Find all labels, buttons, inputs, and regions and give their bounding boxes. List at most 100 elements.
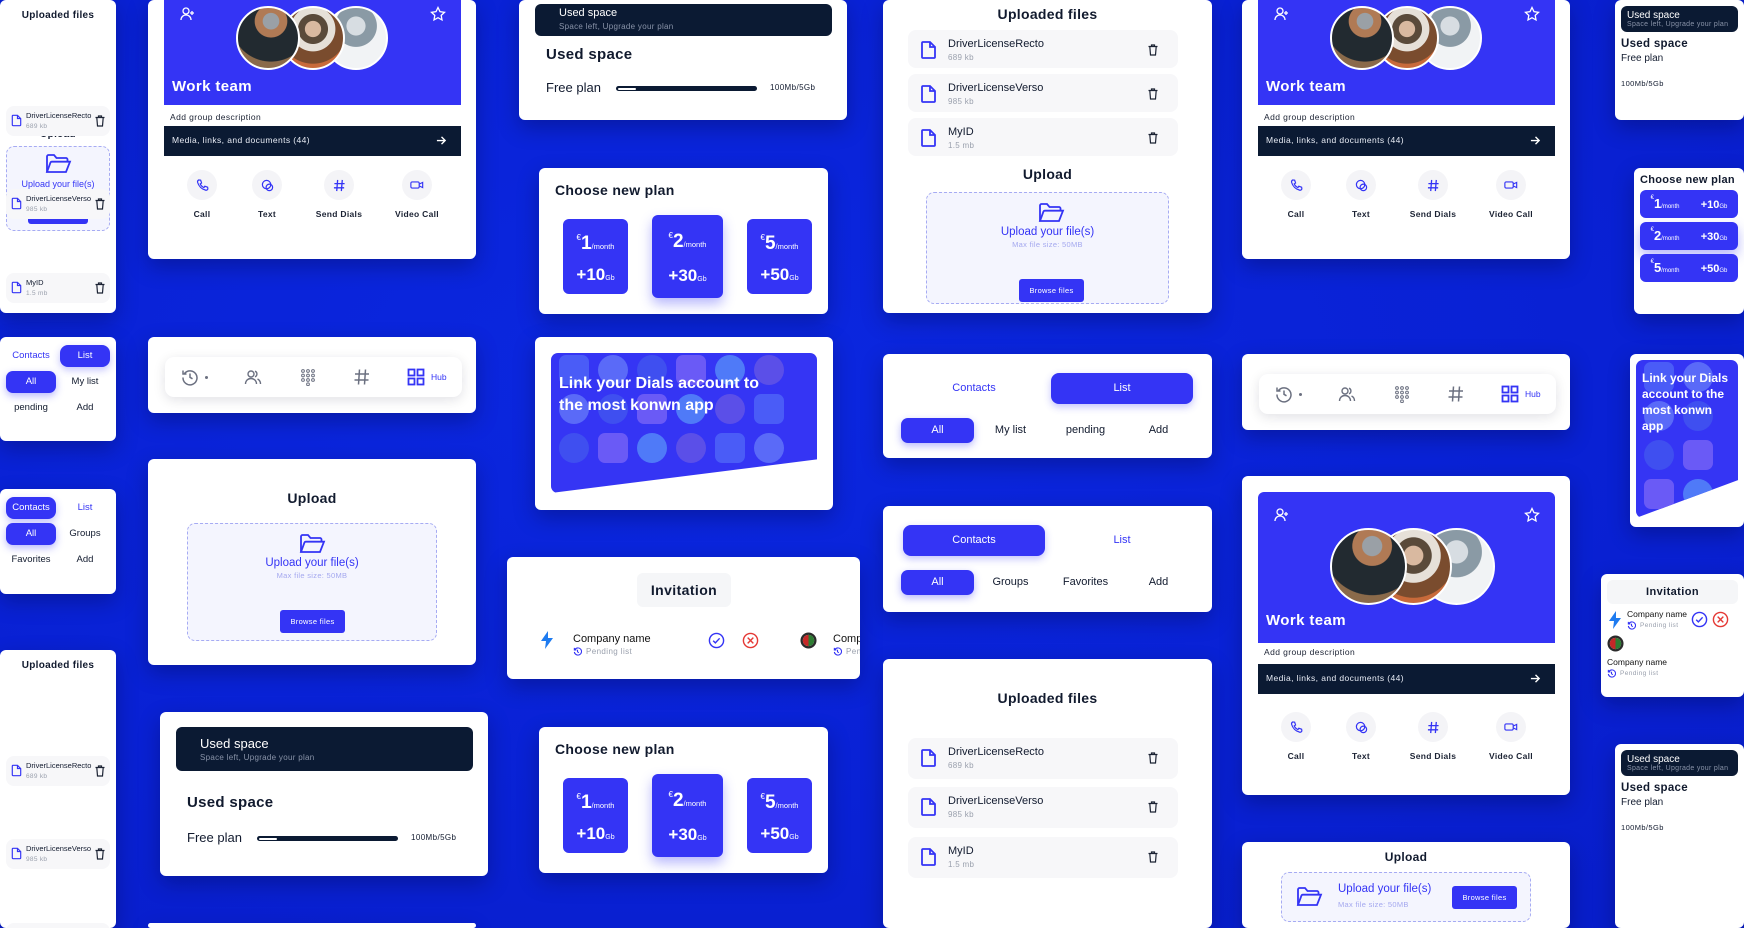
trash-icon[interactable] xyxy=(95,765,105,777)
accept-check-icon[interactable] xyxy=(1691,611,1708,628)
file-row[interactable]: MyID 1.5 mb xyxy=(6,273,110,303)
plan-option[interactable]: €1/month +10Gb xyxy=(563,219,628,294)
add-user-icon[interactable] xyxy=(1274,507,1290,523)
file-row[interactable]: MyID 1.5 mb xyxy=(6,923,110,928)
video-call-action[interactable]: Video Call xyxy=(1471,712,1551,761)
file-row[interactable]: DriverLicenseRecto 689 kb xyxy=(6,756,110,786)
trash-icon[interactable] xyxy=(95,198,105,210)
text-action[interactable]: Text xyxy=(227,170,307,219)
filter-pill[interactable]: Favorites xyxy=(1049,570,1122,595)
browse-files-button[interactable]: Browse files xyxy=(1019,279,1084,302)
trash-icon[interactable] xyxy=(1148,851,1158,863)
trash-icon[interactable] xyxy=(1148,132,1158,144)
filter-pill[interactable]: Groups xyxy=(974,570,1047,595)
nav-dialpad[interactable] xyxy=(299,368,317,386)
filter-pill[interactable]: pending xyxy=(6,397,56,419)
filter-pill[interactable]: All xyxy=(901,570,974,595)
trash-icon[interactable] xyxy=(95,282,105,294)
file-row[interactable]: MyID 1.5 mb xyxy=(908,118,1178,156)
video-call-action[interactable]: Video Call xyxy=(1471,170,1551,219)
nav-hub[interactable]: Hub xyxy=(1501,385,1541,403)
nav-contacts[interactable] xyxy=(1338,385,1356,403)
group-description[interactable]: Add group description xyxy=(170,112,261,122)
media-links-button[interactable]: Media, links, and documents (44) xyxy=(1258,126,1555,156)
filter-pill[interactable]: My list xyxy=(974,418,1047,443)
filter-pill[interactable]: Favorites xyxy=(6,549,56,571)
tab-list[interactable]: List xyxy=(1051,373,1193,404)
plan-option[interactable]: €5/month +50Gb xyxy=(747,778,812,853)
file-row[interactable]: DriverLicenseRecto 689 kb xyxy=(908,30,1178,68)
trash-icon[interactable] xyxy=(1148,801,1158,813)
group-description[interactable]: Add group description xyxy=(1264,112,1355,122)
upgrade-banner[interactable]: Used space Space left, Upgrade your plan xyxy=(1621,750,1738,776)
tab-contacts[interactable]: Contacts xyxy=(6,345,56,367)
filter-pill[interactable]: My list xyxy=(60,371,110,393)
browse-files-button[interactable]: Browse files xyxy=(1452,886,1517,909)
tab-contacts[interactable]: Contacts xyxy=(903,373,1045,404)
file-row[interactable]: MyID 1.5 mb xyxy=(908,837,1178,878)
nav-history[interactable] xyxy=(181,368,208,386)
filter-pill[interactable]: Add xyxy=(1122,570,1195,595)
add-user-icon[interactable] xyxy=(180,6,196,22)
nav-dialpad[interactable] xyxy=(1393,385,1411,403)
group-description[interactable]: Add group description xyxy=(1264,647,1355,657)
plan-option[interactable]: €2/month +30Gb xyxy=(1640,222,1738,250)
tab-list[interactable]: List xyxy=(60,497,110,519)
star-icon[interactable] xyxy=(1524,507,1540,523)
upgrade-banner[interactable]: Used space Space left, Upgrade your plan xyxy=(176,727,473,771)
file-dropzone[interactable]: Upload your file(s) Max file size: 50MB … xyxy=(1281,872,1531,922)
filter-pill[interactable]: Groups xyxy=(60,523,110,545)
filter-pill[interactable]: Add xyxy=(60,397,110,419)
upgrade-banner[interactable]: Used space Space left, Upgrade your plan xyxy=(1621,6,1738,32)
file-dropzone[interactable]: Upload your file(s) Max file size: 50MB … xyxy=(926,192,1169,304)
tab-contacts[interactable]: Contacts xyxy=(903,525,1045,556)
plan-option[interactable]: €1/month +10Gb xyxy=(563,778,628,853)
text-action[interactable]: Text xyxy=(1321,170,1401,219)
file-row[interactable]: DriverLicenseRecto 689 kb xyxy=(6,106,110,136)
trash-icon[interactable] xyxy=(95,115,105,127)
media-links-button[interactable]: Media, links, and documents (44) xyxy=(1258,664,1555,694)
accept-check-icon[interactable] xyxy=(708,632,725,649)
text-action[interactable]: Text xyxy=(1321,712,1401,761)
send-dials-action[interactable]: Send Dials xyxy=(1393,712,1473,761)
star-icon[interactable] xyxy=(1524,6,1540,22)
send-dials-action[interactable]: Send Dials xyxy=(299,170,379,219)
tab-list[interactable]: List xyxy=(1051,525,1193,556)
send-dials-action[interactable]: Send Dials xyxy=(1393,170,1473,219)
plan-option[interactable]: €2/month +30Gb xyxy=(652,215,723,298)
trash-icon[interactable] xyxy=(95,848,105,860)
file-row[interactable]: DriverLicenseVerso 985 kb xyxy=(908,787,1178,828)
plan-option[interactable]: €5/month +50Gb xyxy=(747,219,812,294)
filter-pill[interactable]: All xyxy=(6,371,56,393)
star-icon[interactable] xyxy=(430,6,446,22)
plan-option[interactable]: €5/month +50Gb xyxy=(1640,254,1738,282)
link-apps-banner[interactable]: Link your Dials account to the most konw… xyxy=(1636,360,1738,518)
trash-icon[interactable] xyxy=(1148,44,1158,56)
file-row[interactable]: DriverLicenseVerso 985 kb xyxy=(6,839,110,869)
decline-x-icon[interactable] xyxy=(1712,611,1729,628)
filter-pill[interactable]: Add xyxy=(1122,418,1195,443)
nav-dials[interactable] xyxy=(1447,385,1465,403)
plan-option[interactable]: €2/month +30Gb xyxy=(652,774,723,857)
trash-icon[interactable] xyxy=(1148,752,1158,764)
upgrade-banner[interactable]: Used space Space left, Upgrade your plan xyxy=(535,4,832,36)
filter-pill[interactable]: All xyxy=(6,523,56,545)
trash-icon[interactable] xyxy=(1148,88,1158,100)
tab-list[interactable]: List xyxy=(60,345,110,367)
nav-contacts[interactable] xyxy=(244,368,262,386)
plan-option[interactable]: €1/month +10Gb xyxy=(1640,190,1738,218)
add-user-icon[interactable] xyxy=(1274,6,1290,22)
filter-pill[interactable]: Add xyxy=(60,549,110,571)
file-row[interactable]: DriverLicenseVerso 985 kb xyxy=(6,189,110,219)
decline-x-icon[interactable] xyxy=(742,632,759,649)
nav-history[interactable] xyxy=(1275,385,1302,403)
filter-pill[interactable]: pending xyxy=(1049,418,1122,443)
tab-contacts[interactable]: Contacts xyxy=(6,497,56,519)
browse-files-button[interactable]: Browse files xyxy=(280,610,345,633)
link-apps-banner[interactable]: Link your Dials account to the most konw… xyxy=(551,353,817,493)
nav-hub[interactable]: Hub xyxy=(407,368,447,386)
file-dropzone[interactable]: Upload your file(s) Max file size: 50MB … xyxy=(187,523,437,641)
nav-dials[interactable] xyxy=(353,368,371,386)
filter-pill[interactable]: All xyxy=(901,418,974,443)
file-row[interactable]: DriverLicenseRecto 689 kb xyxy=(908,738,1178,779)
